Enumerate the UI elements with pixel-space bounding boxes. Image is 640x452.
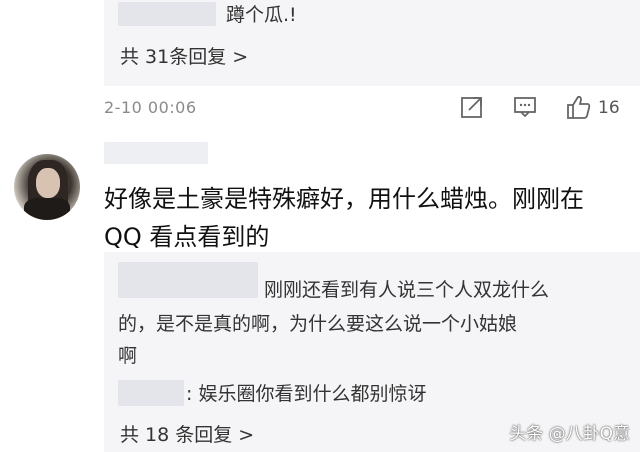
- reply-text-line-2: 的，是不是真的啊，为什么要这么说一个小姑娘: [118, 313, 518, 335]
- blurred-username: [118, 380, 184, 406]
- like-count: 16: [598, 98, 620, 118]
- blurred-username: [118, 2, 216, 26]
- share-icon[interactable]: [460, 95, 484, 119]
- comment-text-line-2: QQ 看点看到的: [104, 223, 270, 251]
- comment-text-line-1: 好像是土豪是特殊癖好，用什么蜡烛。刚刚在: [104, 185, 584, 213]
- reply-text-line-1: 刚刚还看到有人说三个人双龙什么: [264, 279, 550, 301]
- blurred-username: [104, 142, 208, 164]
- reply-text: 蹲个瓜.!: [226, 4, 297, 26]
- thumbs-up-icon[interactable]: [566, 94, 592, 120]
- comment-timestamp: 2-10 00:06: [104, 98, 197, 117]
- more-replies-link[interactable]: 共 31条回复 >: [120, 42, 248, 69]
- reply-text-line-3: 啊: [118, 345, 138, 367]
- watermark: 头条 @八卦Q意: [509, 424, 630, 444]
- comment-icon[interactable]: [513, 96, 537, 118]
- reply-text: : 娱乐圈你看到什么都别惊讶: [186, 383, 427, 405]
- blurred-username: [118, 262, 258, 298]
- more-replies-link[interactable]: 共 18 条回复 >: [120, 420, 254, 447]
- avatar[interactable]: [14, 154, 80, 220]
